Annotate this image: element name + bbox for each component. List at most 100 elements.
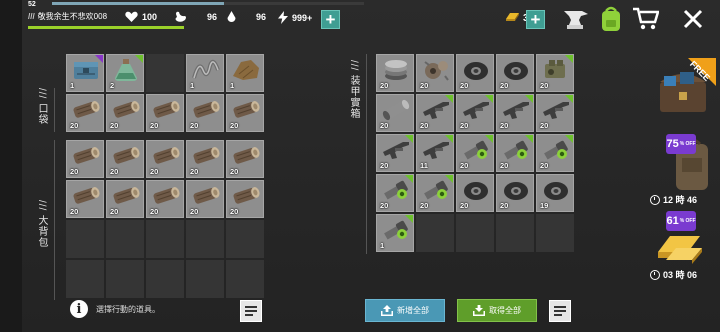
armored-box-slot[interactable]: 20	[456, 174, 494, 212]
backpack-slot[interactable]	[186, 260, 224, 298]
backpack-slot[interactable]: 20	[66, 140, 104, 178]
item-quantity: 20	[420, 81, 429, 90]
close-icon	[683, 9, 703, 29]
armored-box-slot[interactable]: 20	[376, 174, 414, 212]
backpack-slot[interactable]: 20	[186, 180, 224, 218]
pocket-slot[interactable]: 1	[226, 54, 264, 92]
clock-icon	[650, 194, 660, 205]
armored-box-slot[interactable]: 20	[376, 134, 414, 172]
pocket-slot[interactable]: 20	[226, 94, 264, 132]
armored-box-slot[interactable]: 20	[496, 94, 534, 132]
armored-box-slot[interactable]: 20	[416, 174, 454, 212]
item-quantity: 20	[500, 201, 509, 210]
backpack-slot[interactable]	[106, 260, 144, 298]
item-quantity: 20	[150, 167, 159, 176]
info-icon: i	[70, 300, 88, 318]
player-level: 52	[28, 1, 36, 8]
armored-box-slot[interactable]: 19	[536, 174, 574, 212]
armored-box-slot[interactable]: 20	[456, 94, 494, 132]
backpack-slot[interactable]	[226, 260, 264, 298]
offer2-discount-badge: 61% OFF	[666, 211, 696, 231]
armored-box-slot[interactable]: 1	[376, 214, 414, 252]
hint-text: 選擇行動的道具。	[96, 304, 160, 314]
item-quantity: 20	[380, 201, 389, 210]
energy-add-button[interactable]: +	[321, 10, 340, 29]
xp-bar	[52, 2, 364, 5]
pocket-slot[interactable]: 2	[106, 54, 144, 92]
armored-box-slot[interactable]: 20	[496, 54, 534, 92]
offer-gold-image[interactable]	[656, 230, 706, 264]
pocket-slot[interactable]: 20	[146, 94, 184, 132]
backpack-slot[interactable]: 20	[226, 140, 264, 178]
sort-box-button[interactable]	[549, 300, 571, 322]
armored-box-divider	[366, 54, 367, 254]
item-quantity: 20	[230, 207, 239, 216]
armored-box-slot[interactable]: 20	[416, 94, 454, 132]
backpack-slot[interactable]: 20	[186, 140, 224, 178]
armored-box-slot[interactable]: 20	[416, 54, 454, 92]
armored-box-label: /// 装甲實箱	[348, 60, 359, 120]
item-quantity: 20	[540, 81, 549, 90]
pocket-slot[interactable]	[146, 54, 184, 92]
backpack-slot[interactable]	[226, 220, 264, 258]
add-all-button[interactable]: 新增全部	[365, 299, 445, 322]
take-all-button[interactable]: 取得全部	[457, 299, 537, 322]
item-quantity: 20	[460, 81, 469, 90]
add-all-label: 新增全部	[397, 306, 429, 315]
pocket-slot[interactable]: 20	[66, 94, 104, 132]
backpack-icon	[602, 6, 620, 31]
armored-box-slot[interactable]: 11	[416, 134, 454, 172]
pocket-divider	[54, 88, 55, 132]
backpack-slot[interactable]	[146, 260, 184, 298]
gold-bars-icon	[658, 236, 702, 264]
action-hint: i 選擇行動的道具。	[70, 300, 160, 318]
armored-box-slot[interactable]: 20	[536, 134, 574, 172]
backpack-slot[interactable]: 20	[226, 180, 264, 218]
backpack-slot[interactable]: 20	[66, 180, 104, 218]
item-quantity: 20	[150, 121, 159, 130]
treasure-chest-icon	[660, 58, 716, 112]
pocket-slot[interactable]: 20	[106, 94, 144, 132]
backpack-slot[interactable]: 20	[106, 180, 144, 218]
item-quantity: 20	[460, 121, 469, 130]
armored-box-slot[interactable]	[536, 214, 574, 252]
backpack-slot[interactable]	[106, 220, 144, 258]
backpack-slot[interactable]	[146, 220, 184, 258]
free-chest-offer[interactable]: FREE	[654, 58, 716, 120]
armored-box-slot[interactable]	[496, 214, 534, 252]
crafting-anvil-button[interactable]	[562, 5, 590, 33]
pocket-label: /// 口袋	[36, 88, 47, 126]
armored-box-slot[interactable]: 20	[496, 134, 534, 172]
item-quantity: 20	[500, 81, 509, 90]
anvil-icon	[564, 11, 588, 29]
backpack-slot[interactable]	[66, 260, 104, 298]
backpack-slot[interactable]: 20	[106, 140, 144, 178]
armored-box-slot[interactable]: 20	[536, 54, 574, 92]
shop-cart-button[interactable]	[632, 5, 660, 33]
armored-box-slot[interactable]: 20	[536, 94, 574, 132]
armored-box-slot[interactable]: 20	[456, 54, 494, 92]
item-quantity: 19	[540, 201, 549, 210]
pocket-slot[interactable]: 1	[186, 54, 224, 92]
armored-box-slot[interactable]	[456, 214, 494, 252]
armored-box-slot[interactable]: 20	[376, 54, 414, 92]
pocket-slot[interactable]: 20	[186, 94, 224, 132]
backpack-slot[interactable]: 20	[146, 140, 184, 178]
close-button[interactable]	[679, 5, 707, 33]
item-quantity: 20	[190, 207, 199, 216]
backpack-slot[interactable]	[66, 220, 104, 258]
food-value: 96	[207, 12, 218, 22]
armored-box-slot[interactable]: 20	[456, 134, 494, 172]
sort-inventory-button[interactable]	[240, 300, 262, 322]
armored-box-slot[interactable]: 20	[496, 174, 534, 212]
item-quantity: 1	[230, 81, 235, 90]
armored-box-slot[interactable]: 20	[376, 94, 414, 132]
armored-box-slot[interactable]	[416, 214, 454, 252]
backpack-slot[interactable]: 20	[146, 180, 184, 218]
item-quantity: 20	[110, 207, 119, 216]
gold-add-button[interactable]: +	[526, 10, 545, 29]
pocket-slot[interactable]: 1	[66, 54, 104, 92]
backpack-slot[interactable]	[186, 220, 224, 258]
backpack-button[interactable]	[597, 5, 625, 33]
offer1-timer: 12 時 46	[650, 193, 697, 206]
